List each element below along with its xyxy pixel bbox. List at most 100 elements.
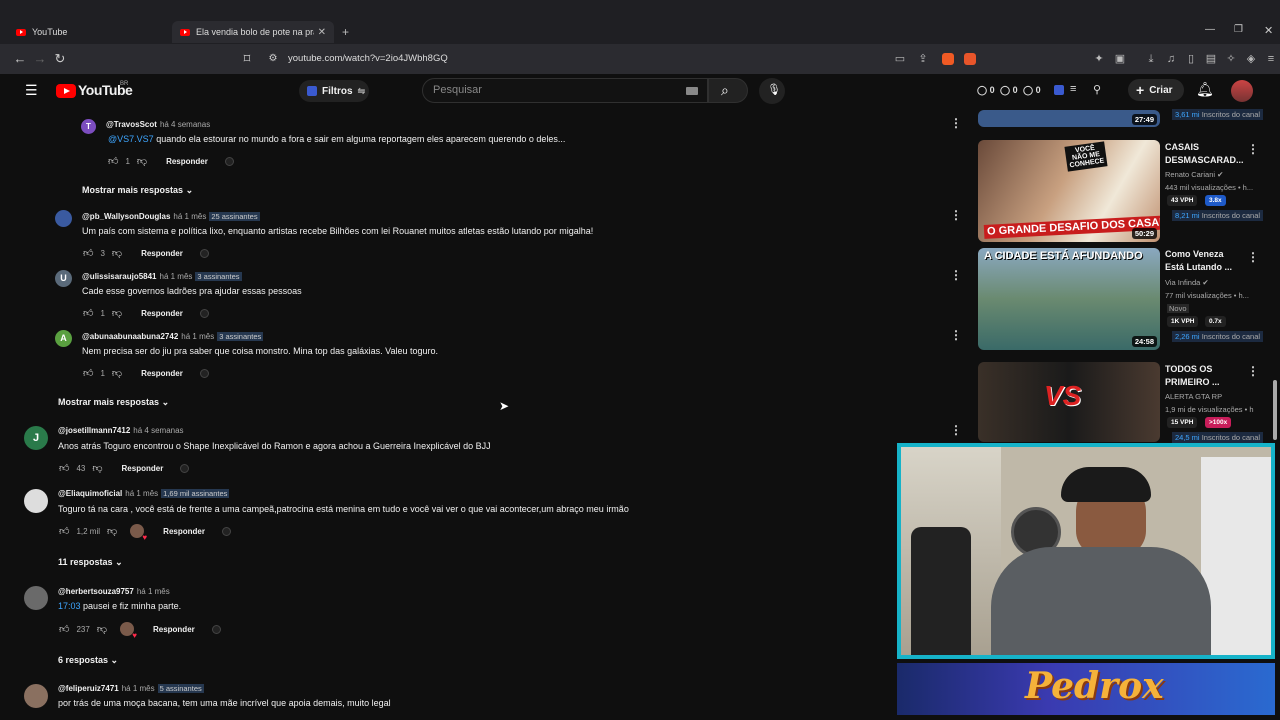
comment-menu-icon[interactable]: ⋮ bbox=[950, 423, 962, 437]
comment-menu-icon[interactable]: ⋮ bbox=[950, 268, 962, 282]
comment-author[interactable]: @feliperuiz7471 há 1 mês 5 assinantes bbox=[58, 684, 204, 693]
create-button[interactable]: + Criar bbox=[1128, 79, 1184, 101]
vpn-icon[interactable]: ◈ bbox=[1244, 52, 1258, 66]
avatar[interactable]: U bbox=[55, 270, 72, 287]
counter-2[interactable]: ◯ 0 bbox=[1000, 85, 1018, 96]
avatar[interactable] bbox=[24, 684, 48, 708]
reply-button[interactable]: Responder bbox=[163, 527, 205, 536]
comment-author[interactable]: @josetillmann7412 há 4 semanas bbox=[58, 426, 184, 435]
like-icon[interactable]: 👍︎ bbox=[83, 247, 93, 259]
counter-1[interactable]: ◯ 0 bbox=[977, 85, 995, 96]
counter-3[interactable]: ◯ 0 bbox=[1023, 85, 1041, 96]
comment-menu-icon[interactable]: ⋮ bbox=[950, 116, 962, 130]
comment-author[interactable]: @Eliaquimoficial há 1 mês 1,69 mil assinan… bbox=[58, 489, 230, 498]
avatar[interactable] bbox=[55, 210, 72, 227]
wallet-icon[interactable]: ▤ bbox=[1204, 52, 1218, 66]
dislike-icon[interactable]: 👎︎ bbox=[112, 247, 122, 259]
site-info-icon[interactable]: ⚙ bbox=[264, 50, 282, 68]
like-icon[interactable]: 👍︎ bbox=[108, 155, 118, 167]
brave-shield-icon[interactable] bbox=[942, 53, 954, 65]
tab-active-video[interactable]: Ela vendia bolo de pote na praia ✕ bbox=[172, 21, 334, 43]
channel-name[interactable]: ALERTA GTA RP bbox=[1165, 392, 1222, 401]
reply-button[interactable]: Responder bbox=[141, 309, 183, 318]
mention-link[interactable]: @VS7.VS7 bbox=[108, 134, 154, 144]
download-icon[interactable]: ⤓ bbox=[1144, 52, 1158, 66]
ext-filter-icon[interactable] bbox=[1054, 85, 1064, 95]
avatar[interactable] bbox=[24, 586, 48, 610]
user-avatar[interactable] bbox=[1231, 80, 1253, 102]
reply-button[interactable]: Responder bbox=[122, 464, 164, 473]
menu-icon[interactable]: ≡ bbox=[1264, 52, 1278, 66]
comment-author[interactable]: @TravosScot há 4 semanas bbox=[106, 120, 210, 129]
comment-menu-icon[interactable]: ⋮ bbox=[950, 328, 962, 342]
like-icon[interactable]: 👍︎ bbox=[59, 525, 69, 537]
comment-author[interactable]: @herbertsouza9757 há 1 mês bbox=[58, 587, 170, 596]
replies-toggle-button[interactable]: 6 respostas ⌄ bbox=[58, 655, 118, 666]
dislike-icon[interactable]: 👎︎ bbox=[97, 623, 107, 635]
new-tab-icon[interactable]: + bbox=[342, 25, 349, 39]
reply-button[interactable]: Responder bbox=[141, 249, 183, 258]
close-window-icon[interactable]: ✕ bbox=[1264, 24, 1273, 37]
scrollbar-thumb[interactable] bbox=[1273, 380, 1277, 440]
url-field[interactable]: youtube.com/watch?v=2io4JWbh8GQ bbox=[288, 53, 448, 64]
leo-icon[interactable]: ✧ bbox=[1224, 52, 1238, 66]
sidebar-icon[interactable]: ▯ bbox=[1184, 52, 1198, 66]
video-menu-icon[interactable]: ⋮ bbox=[1247, 250, 1259, 264]
video-thumbnail[interactable]: O GRANDE DESAFIO DOS CASAIS VOCÊ NÃO ME … bbox=[978, 140, 1160, 242]
avatar[interactable]: A bbox=[55, 330, 72, 347]
dislike-icon[interactable]: 👎︎ bbox=[112, 307, 122, 319]
voice-search-button[interactable]: 🎙 bbox=[759, 78, 785, 104]
hamburger-menu-icon[interactable]: ☰ bbox=[25, 82, 38, 99]
dislike-icon[interactable]: 👎︎ bbox=[107, 525, 117, 537]
dislike-icon[interactable]: 👎︎ bbox=[92, 462, 102, 474]
keyboard-icon[interactable] bbox=[686, 87, 698, 95]
search-input[interactable]: Pesquisar bbox=[422, 78, 708, 103]
video-title[interactable]: CASAIS DESMASCARAD... bbox=[1165, 141, 1245, 167]
notifications-bell-icon[interactable]: 🔔︎ bbox=[1196, 81, 1214, 98]
bookmark-icon[interactable]: ⌑ bbox=[238, 50, 256, 68]
like-icon[interactable]: 👍︎ bbox=[59, 462, 69, 474]
comment-menu-icon[interactable]: ⋮ bbox=[950, 208, 962, 222]
reload-icon[interactable]: ↻ bbox=[51, 50, 69, 68]
reply-button[interactable]: Responder bbox=[153, 625, 195, 634]
reply-button[interactable]: Responder bbox=[141, 369, 183, 378]
video-menu-icon[interactable]: ⋮ bbox=[1247, 142, 1259, 156]
list-icon[interactable]: ≡ bbox=[1070, 83, 1076, 95]
maximize-icon[interactable]: ❐ bbox=[1234, 24, 1243, 35]
tab-youtube[interactable]: YouTube bbox=[8, 21, 168, 43]
youtube-logo-icon[interactable] bbox=[56, 84, 76, 98]
video-thumbnail[interactable]: A CIDADE ESTÁ AFUNDANDO 24:58 bbox=[978, 248, 1160, 350]
screenshot-icon[interactable]: ▣ bbox=[1113, 52, 1127, 66]
minimize-icon[interactable]: — bbox=[1205, 24, 1215, 35]
video-title[interactable]: Como Veneza Está Lutando ... bbox=[1165, 248, 1245, 274]
search-button[interactable]: ⌕ bbox=[708, 78, 748, 103]
avatar[interactable]: J bbox=[24, 426, 48, 450]
replies-toggle-button[interactable]: 11 respostas ⌄ bbox=[58, 557, 123, 568]
comment-author[interactable]: @pb_WallysonDouglas há 1 mês 25 assinantes bbox=[82, 212, 260, 221]
avatar[interactable]: T bbox=[81, 119, 96, 134]
rewards-icon[interactable] bbox=[964, 53, 976, 65]
timestamp-link[interactable]: 17:03 bbox=[58, 601, 81, 611]
like-icon[interactable]: 👍︎ bbox=[83, 367, 93, 379]
reply-button[interactable]: Responder bbox=[166, 157, 208, 166]
cast-icon[interactable]: ▭ bbox=[893, 52, 907, 66]
ext-gear-icon[interactable]: ⚲ bbox=[1093, 83, 1101, 96]
avatar[interactable] bbox=[24, 489, 48, 513]
music-icon[interactable]: ♫ bbox=[1164, 52, 1178, 66]
share-icon[interactable]: ⇪ bbox=[916, 52, 930, 66]
video-menu-icon[interactable]: ⋮ bbox=[1247, 364, 1259, 378]
channel-name[interactable]: Renato Cariani ✔ bbox=[1165, 170, 1223, 179]
video-thumbnail[interactable]: VS bbox=[978, 362, 1160, 442]
like-icon[interactable]: 👍︎ bbox=[59, 623, 69, 635]
video-title[interactable]: TODOS OS PRIMEIRO ... bbox=[1165, 363, 1245, 389]
dislike-icon[interactable]: 👎︎ bbox=[112, 367, 122, 379]
comment-author[interactable]: @ulissisaraujo5841 há 1 mês 3 assinantes bbox=[82, 272, 242, 281]
back-icon[interactable]: ← bbox=[11, 50, 29, 68]
filters-button[interactable]: Filtros ⇋ bbox=[299, 80, 369, 102]
extensions-icon[interactable]: ✦ bbox=[1092, 52, 1106, 66]
video-thumbnail[interactable]: 27:49 bbox=[978, 110, 1160, 127]
like-icon[interactable]: 👍︎ bbox=[83, 307, 93, 319]
show-more-replies-button[interactable]: Mostrar mais respostas ⌄ bbox=[82, 185, 193, 196]
channel-name[interactable]: Via Infinda ✔ bbox=[1165, 278, 1209, 287]
close-tab-icon[interactable]: ✕ bbox=[318, 27, 326, 38]
